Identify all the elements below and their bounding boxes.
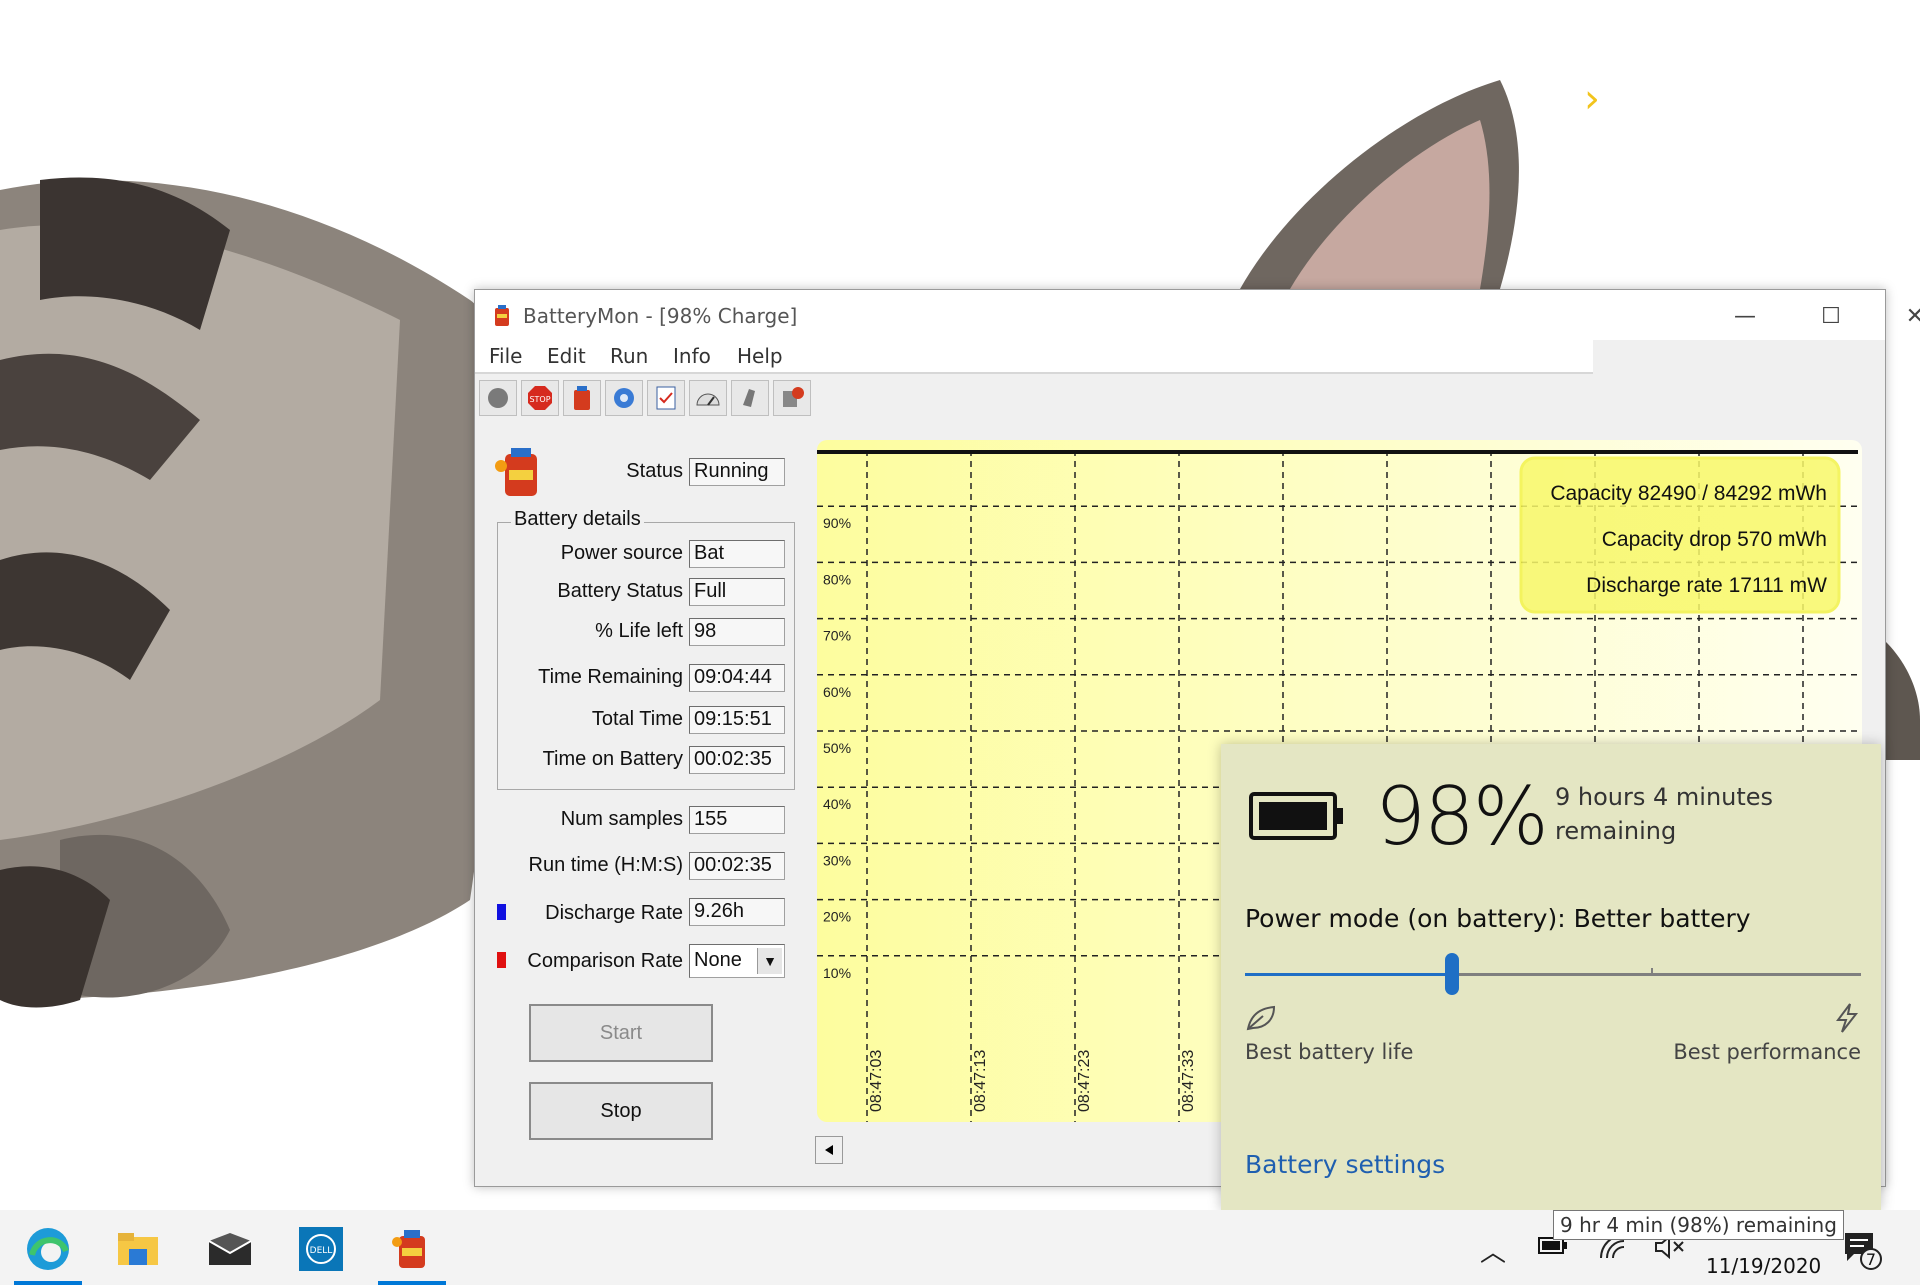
comparison-rate-label: Comparison Rate xyxy=(527,950,683,972)
y-tick-label: 70% xyxy=(823,628,851,644)
checklist-icon[interactable] xyxy=(647,380,685,416)
menu-help[interactable]: Help xyxy=(737,344,783,368)
battery-status-label: Battery Status xyxy=(557,580,683,602)
settings-icon[interactable] xyxy=(605,380,643,416)
time-on-battery-label: Time on Battery xyxy=(542,748,683,770)
menu-edit[interactable]: Edit xyxy=(547,344,586,368)
life-left-field: 98 xyxy=(689,618,785,646)
x-tick-label: 08:47:03 xyxy=(868,1050,885,1112)
x-tick-label: 08:47:23 xyxy=(1076,1050,1093,1112)
mail-icon[interactable] xyxy=(190,1218,270,1280)
battery-tooltip: 9 hr 4 min (98%) remaining xyxy=(1553,1210,1844,1240)
chart-info-discharge-rate: Discharge rate 17111 mW xyxy=(1586,574,1827,597)
menu-file[interactable]: File xyxy=(489,344,522,368)
close-button[interactable]: ✕ xyxy=(1879,296,1920,336)
life-left-label: % Life left xyxy=(595,620,683,642)
power-mode-slider-fill xyxy=(1245,973,1453,976)
y-tick-label: 30% xyxy=(823,852,851,868)
battery-details-title: Battery details xyxy=(511,508,644,531)
num-samples-label: Num samples xyxy=(560,808,683,830)
stop-icon[interactable]: STOP xyxy=(521,380,559,416)
slider-tick xyxy=(1651,968,1653,976)
battery-icon[interactable] xyxy=(563,380,601,416)
chart-info-capacity-drop: Capacity drop 570 mWh xyxy=(1602,528,1827,551)
chart-info-capacity: Capacity 82490 / 84292 mWh xyxy=(1550,482,1827,505)
svg-text:STOP: STOP xyxy=(529,395,550,404)
battery-remaining-text: 9 hours 4 minutes remaining xyxy=(1555,783,1774,845)
y-tick-label: 40% xyxy=(823,796,851,812)
stop-button[interactable]: Stop xyxy=(529,1082,713,1140)
window-title: BatteryMon - [98% Charge] xyxy=(523,304,798,328)
sound-icon[interactable] xyxy=(731,380,769,416)
edge-icon[interactable] xyxy=(8,1218,88,1285)
batterymon-active-indicator xyxy=(378,1281,446,1285)
y-tick-label: 60% xyxy=(823,684,851,700)
edge-active-indicator xyxy=(14,1281,82,1285)
x-tick-label: 08:47:13 xyxy=(972,1050,989,1112)
best-performance-label: Best performance xyxy=(1673,1040,1861,1064)
batterymon-icon[interactable] xyxy=(372,1218,452,1285)
num-samples-field: 155 xyxy=(689,806,785,834)
battery-percent: 98% xyxy=(1375,770,1549,863)
discharge-rate-field: 9.26h xyxy=(689,898,785,926)
power-mode-slider-thumb[interactable] xyxy=(1445,953,1459,995)
chevron-up-icon[interactable]: ︿ xyxy=(1480,1232,1506,1269)
battery-level-icon xyxy=(1249,792,1343,840)
run-time-field: 00:02:35 xyxy=(689,852,785,880)
battery-logo-icon xyxy=(495,448,537,496)
x-tick-label: 08:47:33 xyxy=(1180,1050,1197,1112)
chevron-down-icon[interactable]: ▼ xyxy=(757,948,782,974)
title-bar[interactable]: BatteryMon - [98% Charge] — ☐ ✕ xyxy=(475,290,1920,340)
lightning-icon xyxy=(1836,1003,1859,1033)
info-icon[interactable] xyxy=(773,380,811,416)
total-time-field: 09:15:51 xyxy=(689,706,785,734)
menu-info[interactable]: Info xyxy=(673,344,711,368)
y-tick-label: 50% xyxy=(823,740,851,756)
svg-text:DELL: DELL xyxy=(310,1246,333,1256)
y-tick-label: 80% xyxy=(823,571,851,587)
time-remaining-field: 09:04:44 xyxy=(689,664,785,692)
start-button[interactable]: Start xyxy=(529,1004,713,1062)
tray-date[interactable]: 11/19/2020 xyxy=(1706,1254,1821,1278)
status-label: Status xyxy=(626,460,683,482)
chart-scroll-left-button[interactable] xyxy=(815,1136,843,1164)
svg-text:›: › xyxy=(1584,76,1600,122)
y-tick-label: 10% xyxy=(823,965,851,981)
battery-status-field: Full xyxy=(689,578,785,606)
y-tick-label: 90% xyxy=(823,515,851,531)
comparison-rate-value: None xyxy=(694,949,742,971)
minimize-button[interactable]: — xyxy=(1709,296,1781,336)
chart-scrollbar[interactable] xyxy=(845,1140,1145,1162)
leaf-icon xyxy=(1246,1005,1276,1031)
batterymon-app-icon xyxy=(495,305,509,326)
discharge-rate-label: Discharge Rate xyxy=(545,902,683,924)
menu-bar: File Edit Run Info Help xyxy=(475,340,1593,374)
record-icon[interactable] xyxy=(479,380,517,416)
y-axis-labels: 90% 80% 70% 60% 50% 40% 30% 20% 10% xyxy=(823,515,851,981)
time-on-battery-field: 00:02:35 xyxy=(689,746,785,774)
y-tick-label: 20% xyxy=(823,909,851,925)
status-field: Running xyxy=(689,458,785,486)
file-explorer-icon[interactable] xyxy=(98,1218,178,1280)
time-remaining-label: Time Remaining xyxy=(538,666,683,688)
power-source-field: Bat xyxy=(689,540,785,568)
menu-run[interactable]: Run xyxy=(610,344,648,368)
notification-count: 7 xyxy=(1865,1250,1877,1269)
gauge-icon[interactable] xyxy=(689,380,727,416)
power-source-label: Power source xyxy=(560,542,683,564)
battery-flyout: 98% 9 hours 4 minutes remaining Power mo… xyxy=(1221,744,1881,1210)
comparison-rate-select[interactable]: None ▼ xyxy=(689,944,785,978)
best-battery-life-label: Best battery life xyxy=(1245,1040,1414,1064)
run-time-label: Run time (H:M:S) xyxy=(528,854,683,876)
battery-settings-link[interactable]: Battery settings xyxy=(1245,1150,1445,1179)
dell-icon[interactable]: DELL xyxy=(281,1218,361,1280)
maximize-button[interactable]: ☐ xyxy=(1795,296,1867,336)
power-mode-label: Power mode (on battery): Better battery xyxy=(1245,904,1751,933)
total-time-label: Total Time xyxy=(591,708,683,730)
